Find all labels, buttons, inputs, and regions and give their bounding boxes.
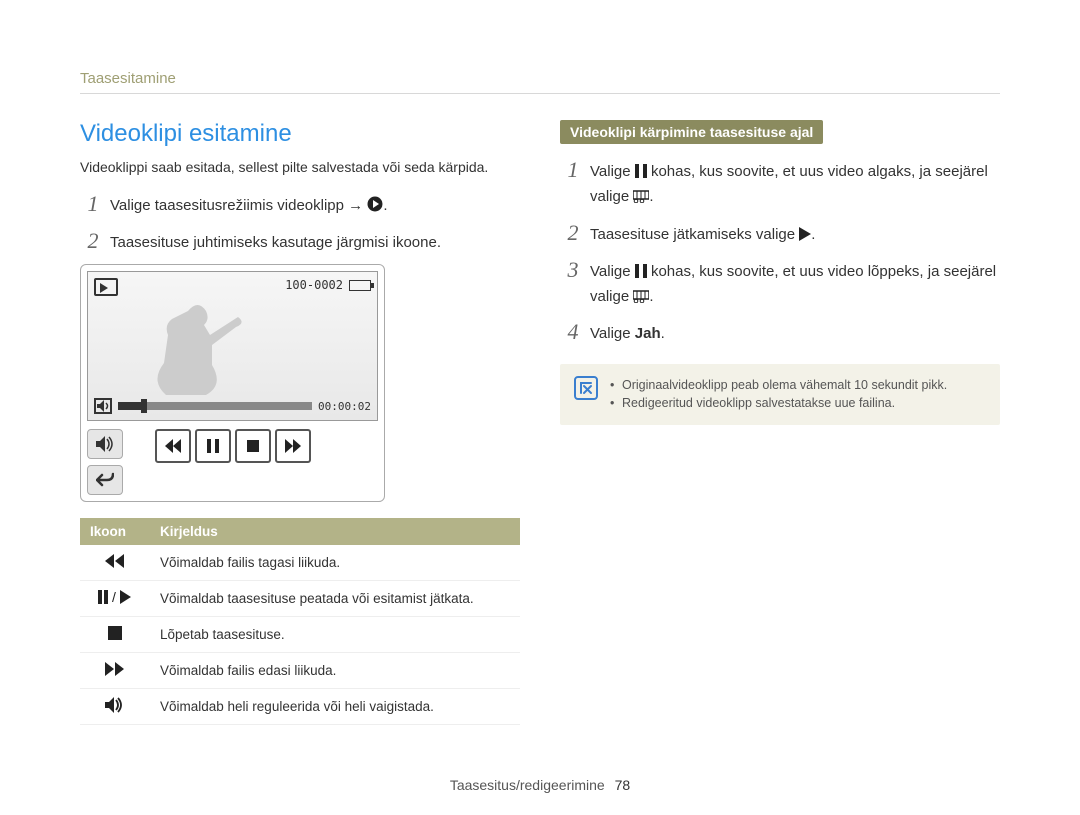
r2-text: Taasesituse jätkamiseks valige	[590, 226, 799, 243]
playback-mode-icon	[94, 278, 118, 296]
icon-table: Ikoon Kirjeldus Võimaldab failis tagasi …	[80, 518, 520, 725]
table-row: / Võimaldab taasesituse peatada või esit…	[80, 581, 520, 617]
row-desc: Võimaldab failis edasi liikuda.	[150, 653, 520, 689]
right-step-3: 3 Valige kohas, kus soovite, et uus vide…	[560, 258, 1000, 311]
table-row: Lõpetab taasesituse.	[80, 617, 520, 653]
th-icon: Ikoon	[80, 518, 150, 545]
stop-icon	[107, 625, 123, 644]
step-number: 1	[80, 192, 106, 216]
section-title: Videoklipi esitamine	[80, 120, 520, 148]
r3-text-a: Valige	[590, 263, 635, 280]
r4-text-a: Valige	[590, 325, 635, 342]
pause-icon	[635, 162, 647, 185]
row-desc: Lõpetab taasesituse.	[150, 617, 520, 653]
rewind-button	[155, 429, 191, 463]
left-step-1: 1 Valige taasesitusrežiimis videoklipp →…	[80, 192, 520, 219]
scissors-film-icon	[633, 187, 649, 210]
pause-button	[195, 429, 231, 463]
right-step-2: 2 Taasesituse jätkamiseks valige .	[560, 221, 1000, 248]
fast-forward-button	[275, 429, 311, 463]
step2-text: Taasesituse juhtimiseks kasutage järgmis…	[110, 229, 520, 254]
footer-label: Taasesitus/redigeerimine	[450, 777, 605, 793]
row-desc: Võimaldab heli reguleerida või heli vaig…	[150, 689, 520, 725]
right-step-4: 4 Valige Jah.	[560, 320, 1000, 345]
note-box: Originaalvideoklipp peab olema vähemalt …	[560, 364, 1000, 426]
page-footer: Taasesitus/redigeerimine 78	[0, 777, 1080, 793]
r3-text-b: kohas, kus soovite, et uus video lõppeks…	[590, 263, 996, 305]
speaker-icon	[94, 398, 112, 414]
table-row: Võimaldab failis edasi liikuda.	[80, 653, 520, 689]
note-item: Originaalvideoklipp peab olema vähemalt …	[610, 376, 947, 395]
volume-icon	[105, 697, 125, 716]
th-desc: Kirjeldus	[150, 518, 520, 545]
file-counter: 100-0002	[285, 278, 343, 292]
step-number: 1	[560, 158, 586, 182]
step-number: 2	[80, 229, 106, 253]
step-number: 4	[560, 320, 586, 344]
row-desc: Võimaldab taasesituse peatada või esitam…	[150, 581, 520, 617]
scissors-film-icon	[633, 287, 649, 310]
subsection-tag: Videoklipi kärpimine taasesituse ajal	[560, 120, 823, 144]
left-step-2: 2 Taasesituse juhtimiseks kasutage järgm…	[80, 229, 520, 254]
fast-forward-icon	[104, 661, 126, 680]
table-row: Võimaldab heli reguleerida või heli vaig…	[80, 689, 520, 725]
step-number: 3	[560, 258, 586, 282]
r1-text-b: kohas, kus soovite, et uus video algaks,…	[590, 163, 988, 205]
playback-screen-mockup: 100-0002 00:00:02	[80, 264, 385, 502]
pause-icon	[635, 262, 647, 285]
rewind-icon	[104, 553, 126, 572]
r4-text-b: Jah	[635, 325, 661, 342]
volume-button	[87, 429, 123, 459]
table-row: Võimaldab failis tagasi liikuda.	[80, 545, 520, 581]
back-button	[87, 465, 123, 495]
page-number: 78	[615, 777, 631, 793]
svg-text:/: /	[112, 589, 116, 605]
video-silhouette	[128, 296, 278, 396]
intro-text: Videoklippi saab esitada, sellest pilte …	[80, 158, 520, 178]
pause-play-icon: /	[98, 589, 132, 608]
step1-text: Valige taasesitusrežiimis videoklipp →	[110, 197, 367, 214]
right-column: Videoklipi kärpimine taasesituse ajal 1 …	[560, 120, 1000, 725]
row-desc: Võimaldab failis tagasi liikuda.	[150, 545, 520, 581]
timecode: 00:00:02	[318, 400, 371, 413]
play-icon	[799, 225, 811, 248]
play-circle-icon	[367, 196, 383, 219]
right-step-1: 1 Valige kohas, kus soovite, et uus vide…	[560, 158, 1000, 211]
r4-text-c: .	[661, 325, 665, 342]
left-column: Videoklipi esitamine Videoklippi saab es…	[80, 120, 520, 725]
stop-button	[235, 429, 271, 463]
note-item: Redigeeritud videoklipp salvestatakse uu…	[610, 394, 947, 413]
r1-text-a: Valige	[590, 163, 635, 180]
step-number: 2	[560, 221, 586, 245]
progress-bar	[118, 402, 312, 410]
info-icon	[574, 376, 598, 400]
battery-icon	[349, 280, 371, 291]
breadcrumb: Taasesitamine	[80, 70, 1000, 94]
